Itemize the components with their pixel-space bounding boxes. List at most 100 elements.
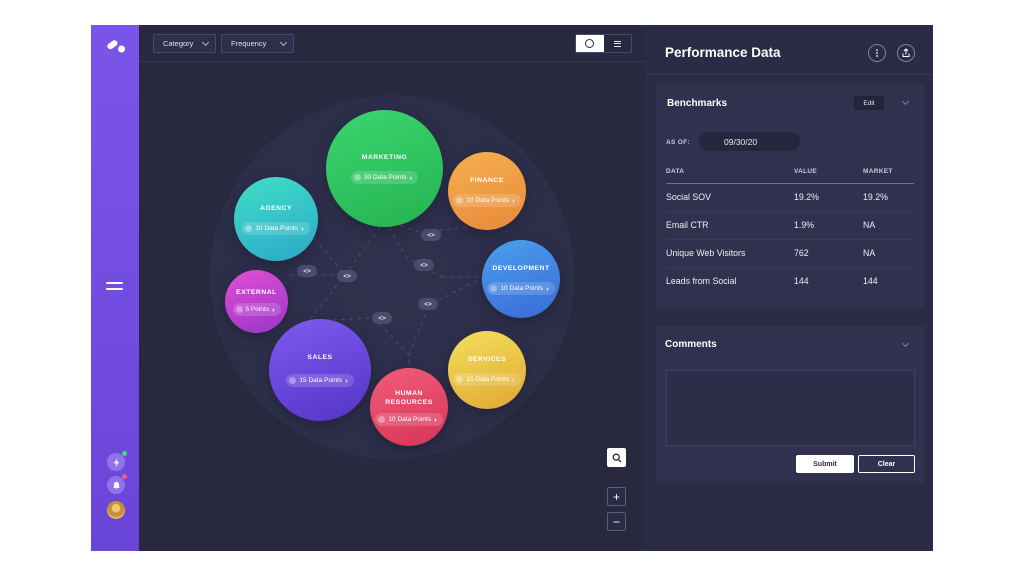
chevron-right-icon: › xyxy=(301,223,304,233)
table-cell: 19.2% xyxy=(794,183,863,212)
link-connector[interactable]: <> xyxy=(421,229,441,241)
search-icon xyxy=(612,453,621,462)
zoom-in-button[interactable]: + xyxy=(607,487,626,506)
benchmarks-card: Benchmarks Edit AS OF: 09/30/20 DATA VAL… xyxy=(656,84,924,308)
alert-dot xyxy=(122,474,127,479)
table-cell: 144 xyxy=(863,276,878,287)
more-options-button[interactable] xyxy=(868,44,886,62)
clear-button[interactable]: Clear xyxy=(858,455,915,473)
chevron-down-icon[interactable] xyxy=(901,97,910,106)
table-row: Social SOV 19.2% 19.2% xyxy=(666,183,914,212)
graph-area: Category Frequency <> <> <> <> <> <> MAR… xyxy=(139,25,646,551)
node-title: FINANCE xyxy=(470,176,504,184)
app-logo-icon[interactable] xyxy=(106,40,126,54)
edit-button[interactable]: Edit xyxy=(854,96,884,110)
column-header: VALUE xyxy=(794,161,863,184)
table-cell: 19.2% xyxy=(863,183,914,212)
table-cell: Leads from Social xyxy=(666,276,737,287)
node-points-label: 10 Data Points xyxy=(388,415,432,423)
zoom-out-button[interactable]: − xyxy=(607,512,626,531)
left-rail xyxy=(91,25,139,551)
node-title: DEVELOPMENT xyxy=(492,264,550,272)
notifications-button[interactable] xyxy=(107,474,127,494)
node-points-label: 10 Data Points xyxy=(255,224,299,232)
benchmarks-title: Benchmarks xyxy=(667,98,728,109)
chevron-down-icon[interactable] xyxy=(901,339,910,348)
search-button[interactable] xyxy=(607,448,626,467)
node-title: SERVICES xyxy=(467,355,507,363)
as-of-label: AS OF: xyxy=(666,139,690,146)
node-points-pill[interactable]: 10 Data Points › xyxy=(453,193,521,207)
comments-card: Comments Submit Clear xyxy=(656,326,924,483)
lightning-button[interactable] xyxy=(107,451,127,471)
node-points-label: 10 Data Points xyxy=(500,284,544,292)
avatar[interactable] xyxy=(107,501,125,519)
export-button[interactable] xyxy=(897,44,915,62)
node-points-label: 15 Data Points xyxy=(299,377,343,384)
node-points-label: 30 Data Points xyxy=(363,174,407,181)
node-services[interactable]: SERVICES 10 Data Points › xyxy=(448,331,526,409)
table-row: Leads from Social 144 144 xyxy=(666,267,914,295)
table-cell: 144 xyxy=(794,276,809,287)
graph-edges xyxy=(289,220,485,385)
node-title: SALES xyxy=(307,354,333,361)
divider xyxy=(646,74,933,75)
node-points-pill[interactable]: 10 Data Points › xyxy=(242,221,310,235)
chevron-right-icon: › xyxy=(512,195,515,205)
status-dot xyxy=(122,451,127,456)
chevron-right-icon: › xyxy=(272,304,275,314)
menu-icon[interactable] xyxy=(106,282,123,294)
table-header-row: DATA VALUE MARKET xyxy=(666,161,914,184)
link-connector[interactable]: <> xyxy=(372,312,392,324)
node-finance[interactable]: FINANCE 10 Data Points › xyxy=(448,152,526,230)
column-header: MARKET xyxy=(863,161,914,184)
node-human-resources[interactable]: HUMAN RESOURCES 10 Data Points › xyxy=(370,368,448,446)
chevron-right-icon: › xyxy=(434,414,437,424)
performance-panel: Performance Data Benchmarks Edit AS OF: … xyxy=(646,25,933,551)
table-cell: Unique Web Visitors xyxy=(666,239,794,268)
node-title: AGENCY xyxy=(259,204,293,212)
comments-input[interactable] xyxy=(666,370,915,446)
bell-icon xyxy=(112,481,120,490)
node-points-pill[interactable]: 10 Data Points › xyxy=(453,372,521,386)
table-cell: Social SOV xyxy=(666,183,794,212)
chevron-right-icon: › xyxy=(345,376,348,385)
table-row: Email CTR 1.9% NA xyxy=(666,211,914,240)
link-connector[interactable]: <> xyxy=(418,298,438,310)
as-of-date-field[interactable]: 09/30/20 xyxy=(699,132,800,151)
lightning-icon xyxy=(113,457,119,467)
table-cell: NA xyxy=(863,211,914,240)
node-title: HUMAN RESOURCES xyxy=(385,389,433,406)
table-cell: 1.9% xyxy=(794,211,863,240)
node-points-label: 10 Data Points xyxy=(466,375,510,383)
node-development[interactable]: DEVELOPMENT 10 Data Points › xyxy=(482,240,560,318)
node-points-pill[interactable]: 10 Data Points › xyxy=(375,412,443,426)
node-points-pill[interactable]: 30 Data Points › xyxy=(350,171,419,184)
chevron-right-icon: › xyxy=(409,173,413,182)
panel-title: Performance Data xyxy=(665,45,781,60)
node-agency[interactable]: AGENCY 10 Data Points › xyxy=(234,177,318,261)
column-header: DATA xyxy=(666,161,794,184)
chevron-right-icon: › xyxy=(512,374,515,384)
node-marketing[interactable]: MARKETING 30 Data Points › xyxy=(326,110,443,227)
table-row: Unique Web Visitors 762 NA xyxy=(666,239,914,268)
node-sales[interactable]: SALES 15 Data Points › xyxy=(269,319,371,421)
table-cell: Email CTR xyxy=(666,211,794,240)
node-title: EXTERNAL xyxy=(236,288,277,296)
node-points-label: 5 Points xyxy=(245,305,270,313)
node-points-pill[interactable]: 15 Data Points › xyxy=(286,374,354,387)
table-cell: NA xyxy=(863,239,914,268)
chevron-right-icon: › xyxy=(546,283,549,293)
link-connector[interactable]: <> xyxy=(414,259,434,271)
node-points-pill[interactable]: 5 Points › xyxy=(232,302,281,316)
node-external[interactable]: EXTERNAL 5 Points › xyxy=(225,270,288,333)
node-title: MARKETING xyxy=(361,154,408,161)
link-connector[interactable]: <> xyxy=(297,265,317,277)
link-connector[interactable]: <> xyxy=(337,270,357,282)
upload-icon xyxy=(902,48,910,57)
comments-title: Comments xyxy=(665,339,717,350)
more-vertical-icon xyxy=(876,49,878,57)
table-cell: 762 xyxy=(794,239,863,268)
node-points-pill[interactable]: 10 Data Points › xyxy=(487,281,555,295)
submit-button[interactable]: Submit xyxy=(796,455,854,473)
